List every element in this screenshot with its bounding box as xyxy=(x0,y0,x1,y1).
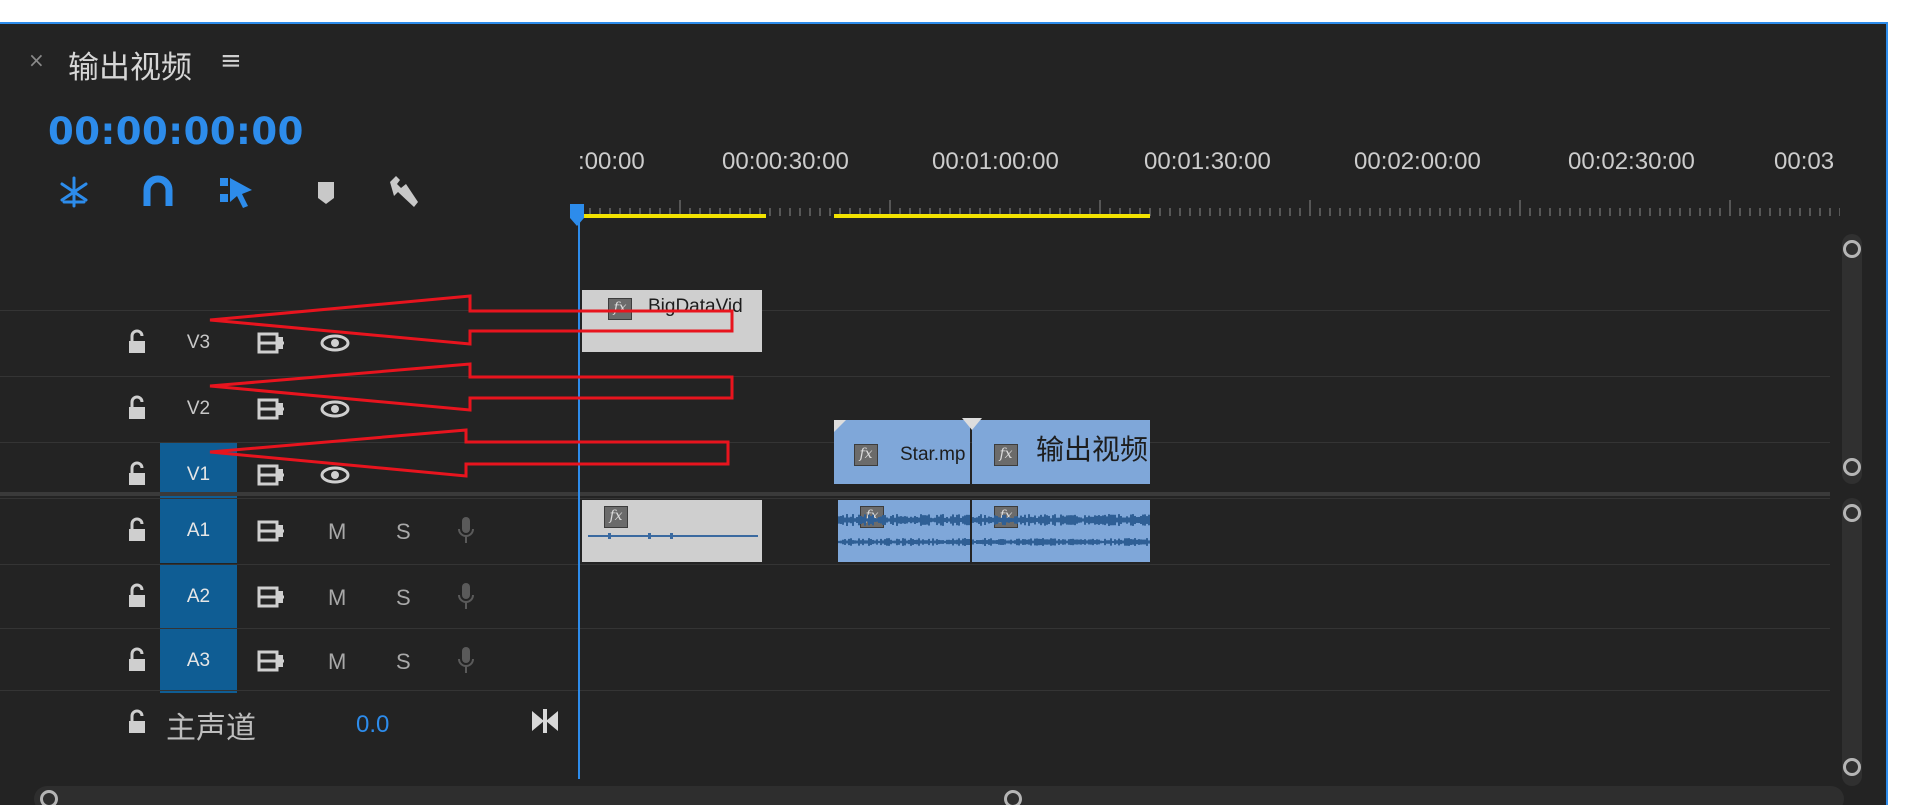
red-arrow-v1 xyxy=(209,428,730,478)
red-arrow-v2 xyxy=(209,362,734,412)
red-arrow-v3 xyxy=(209,294,734,346)
annotation-overlay xyxy=(209,294,734,478)
timeline-panel: × 输出视频 ≡ 00:00:00:00 :00:00 00:00:30:00 00… xyxy=(0,22,1888,805)
